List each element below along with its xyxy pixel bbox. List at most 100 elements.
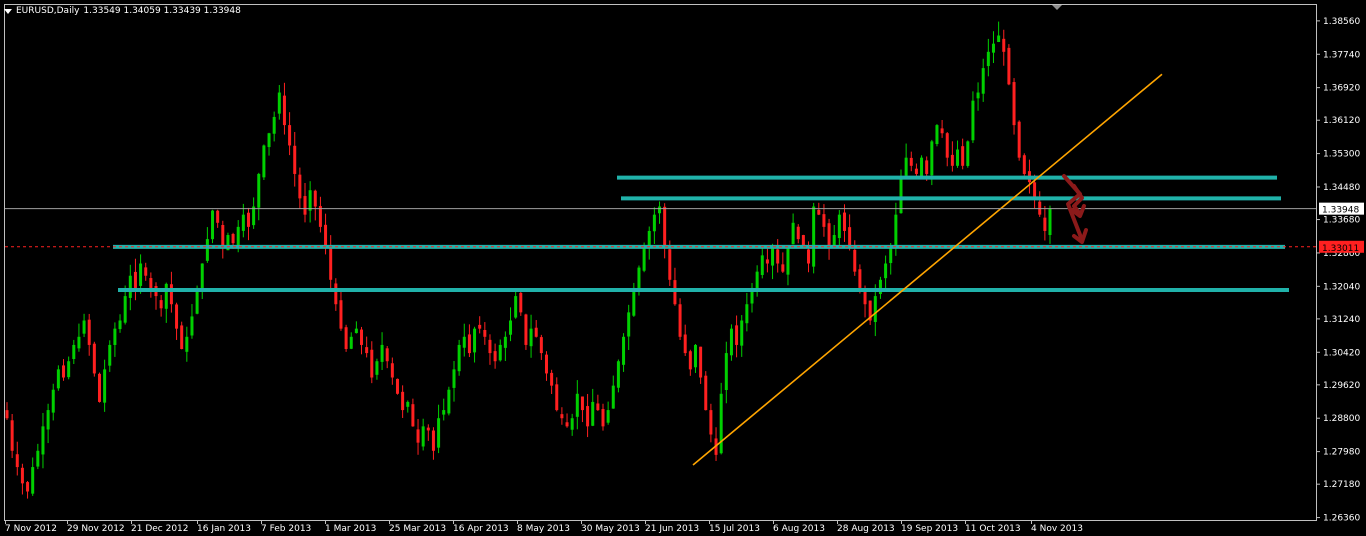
candle-body bbox=[745, 304, 749, 324]
candle-body bbox=[462, 336, 466, 348]
candle-body bbox=[467, 334, 471, 354]
candle-body bbox=[940, 128, 944, 134]
candle-body bbox=[437, 418, 441, 448]
x-tick-label: 1 Mar 2013 bbox=[325, 524, 376, 534]
candle-body bbox=[1043, 217, 1047, 231]
candle-body bbox=[334, 283, 338, 305]
ohlc-label: 1.33549 1.34059 1.33439 1.33948 bbox=[83, 6, 241, 16]
candle-body bbox=[709, 410, 713, 435]
candle-body bbox=[509, 320, 513, 335]
candle-body bbox=[498, 344, 502, 361]
candle-body bbox=[1048, 208, 1052, 235]
candle-body bbox=[616, 361, 620, 388]
candle-body bbox=[688, 351, 692, 370]
candle-body bbox=[596, 403, 600, 411]
candle-body bbox=[930, 141, 934, 176]
candle-body bbox=[971, 100, 975, 141]
candle-body bbox=[817, 209, 821, 215]
candle-body bbox=[832, 235, 836, 246]
x-tick-label: 21 Dec 2012 bbox=[131, 524, 189, 534]
candle-body bbox=[848, 227, 852, 248]
candle-body bbox=[216, 210, 220, 223]
candle-body bbox=[606, 410, 610, 423]
candle-body bbox=[56, 369, 60, 389]
candle-body bbox=[529, 328, 533, 347]
candle-body bbox=[185, 336, 189, 352]
candle-body bbox=[1033, 182, 1037, 199]
candle-body bbox=[473, 328, 477, 353]
candle-body bbox=[77, 336, 81, 349]
candle-body bbox=[113, 328, 117, 345]
candle-body bbox=[190, 316, 194, 336]
y-tick-label: 1.30420 bbox=[1323, 348, 1360, 358]
price-chart[interactable]: 1.38560 1.37740 1.36920 1.36120 1.35300 1.344… bbox=[0, 0, 1366, 536]
y-tick-label: 1.38560 bbox=[1323, 17, 1360, 27]
candle-body bbox=[149, 278, 153, 288]
candle-body bbox=[349, 336, 353, 349]
candle-body bbox=[406, 401, 410, 407]
candle-body bbox=[72, 344, 76, 360]
candle-body bbox=[493, 351, 497, 362]
x-tick-label: 15 Jul 2013 bbox=[709, 524, 760, 534]
candle-body bbox=[97, 373, 101, 402]
candle-body bbox=[318, 206, 322, 227]
candle-body bbox=[550, 372, 554, 386]
candle-body bbox=[1017, 121, 1021, 158]
candle-body bbox=[863, 289, 867, 305]
candle-body bbox=[375, 361, 379, 375]
y-tick-label: 1.28800 bbox=[1323, 414, 1360, 424]
candle-body bbox=[678, 304, 682, 337]
candle-body bbox=[10, 420, 14, 451]
candle-body bbox=[139, 263, 143, 286]
candle-body bbox=[282, 95, 286, 126]
candle-body bbox=[771, 247, 775, 266]
candle-body bbox=[431, 430, 435, 451]
candle-body bbox=[416, 429, 420, 443]
chart-header: EURUSD,Daily 1.33549 1.34059 1.33439 1.3… bbox=[4, 6, 241, 16]
candle-body bbox=[211, 210, 215, 240]
candle-body bbox=[642, 247, 646, 271]
candle-body bbox=[87, 319, 91, 345]
y-tick-label: 1.35300 bbox=[1323, 150, 1360, 160]
y-tick-label: 1.37740 bbox=[1323, 50, 1360, 60]
x-tick-label: 19 Sep 2013 bbox=[901, 524, 958, 534]
candle-body bbox=[1022, 155, 1026, 174]
dropdown-triangle-icon[interactable] bbox=[4, 8, 12, 14]
candle-body bbox=[421, 426, 425, 447]
candle-body bbox=[221, 225, 225, 248]
candle-body bbox=[781, 264, 785, 272]
candle-body bbox=[457, 344, 461, 372]
candle-body bbox=[719, 393, 723, 454]
candle-body bbox=[827, 223, 831, 248]
candle-body bbox=[668, 249, 672, 280]
candle-body bbox=[663, 206, 667, 248]
candle-body bbox=[426, 427, 430, 431]
candle-body bbox=[164, 283, 168, 309]
symbol-label: EURUSD,Daily bbox=[16, 6, 80, 16]
candle-body bbox=[360, 329, 364, 345]
candle-body bbox=[51, 389, 55, 413]
candle-body bbox=[241, 214, 245, 231]
candle-body bbox=[236, 226, 240, 247]
candle-body bbox=[611, 385, 615, 409]
candle-body bbox=[699, 346, 703, 378]
candle-body bbox=[20, 467, 24, 484]
candle-body bbox=[786, 247, 790, 275]
candle-body bbox=[534, 327, 538, 337]
y-tick-label: 1.36920 bbox=[1323, 84, 1360, 94]
y-tick-label: 1.26360 bbox=[1323, 514, 1360, 524]
candle-body bbox=[873, 296, 877, 323]
time-axis[interactable]: 7 Nov 2012 29 Nov 2012 21 Dec 2012 16 Jan 2… bbox=[5, 524, 1083, 534]
x-tick-label: 28 Aug 2013 bbox=[837, 524, 895, 534]
candle-body bbox=[601, 409, 605, 427]
candle-body bbox=[67, 361, 71, 378]
price-axis[interactable]: 1.38560 1.37740 1.36920 1.36120 1.35300 1.344… bbox=[1316, 17, 1364, 524]
candle-body bbox=[303, 196, 307, 215]
plot-frame bbox=[4, 4, 1317, 521]
x-tick-label: 7 Feb 2013 bbox=[261, 524, 311, 534]
candle-body bbox=[842, 212, 846, 231]
candle-body bbox=[354, 328, 358, 334]
candle-body bbox=[401, 391, 405, 411]
candle-body bbox=[293, 145, 297, 174]
candle-body bbox=[267, 133, 271, 148]
